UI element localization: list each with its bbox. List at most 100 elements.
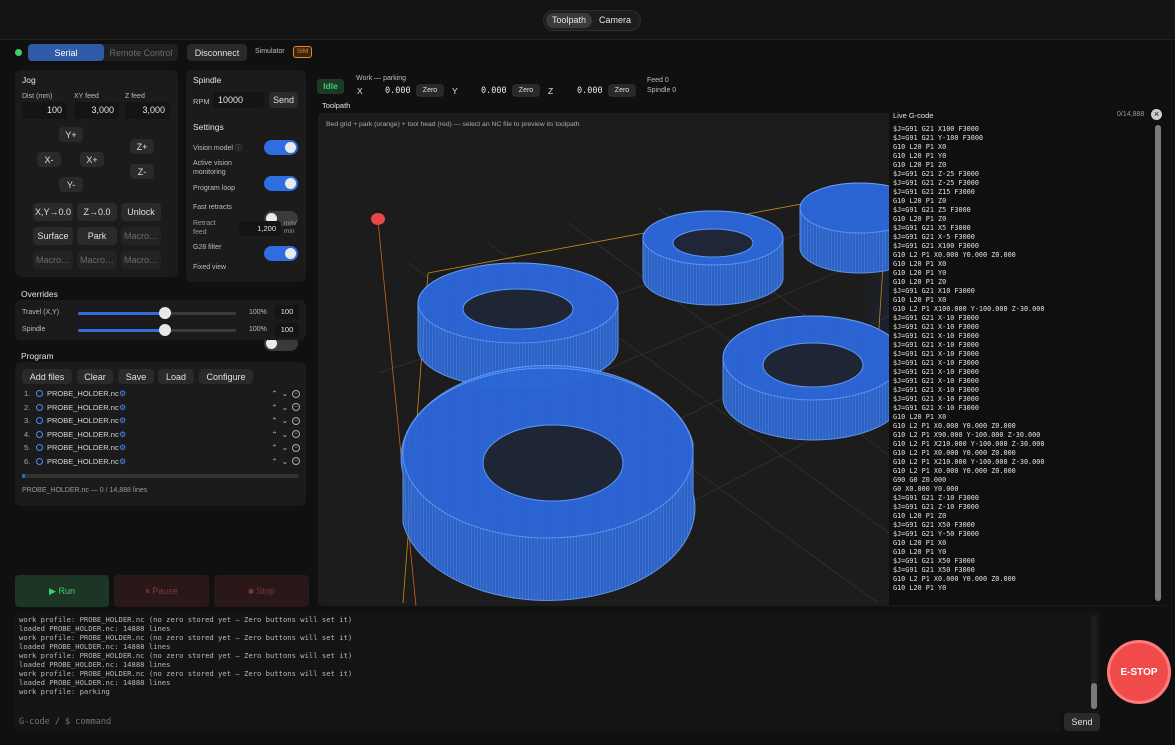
retract-feed-input[interactable]: 1,200 — [239, 221, 281, 236]
gcode-scrollbar[interactable] — [1155, 125, 1161, 602]
list-item[interactable]: 5. PROBE_HOLDER.nc ⚙ ⌃ ⌄ − — [24, 441, 300, 455]
gear-icon[interactable]: ⚙ — [119, 403, 126, 412]
x-axis-label: X — [357, 86, 363, 96]
jog-x-minus-button[interactable]: X- — [37, 152, 61, 167]
load-button[interactable]: Load — [158, 369, 194, 384]
remove-icon[interactable]: − — [292, 416, 300, 425]
stop-button[interactable]: ■ Stop — [214, 575, 309, 607]
move-down-icon[interactable]: ⌄ — [282, 416, 288, 425]
gcode-line: G0 X0.000 Y0.000 — [893, 485, 959, 493]
move-down-icon[interactable]: ⌄ — [282, 403, 288, 412]
file-name: PROBE_HOLDER.nc — [47, 416, 119, 426]
remove-icon[interactable]: − — [292, 443, 300, 452]
macro-button-4[interactable]: Macro… — [121, 251, 161, 269]
surface-button[interactable]: Surface — [33, 227, 73, 245]
save-button[interactable]: Save — [118, 369, 154, 384]
jog-y-plus-button[interactable]: Y+ — [59, 127, 83, 142]
move-up-icon[interactable]: ⌃ — [271, 443, 277, 452]
add-files-button[interactable]: Add files — [22, 369, 72, 384]
tab-toolpath[interactable]: Toolpath — [546, 13, 592, 28]
list-item[interactable]: 3. PROBE_HOLDER.nc ⚙ ⌃ ⌄ − — [24, 414, 300, 428]
gcode-line: G10 L2 P1 X0.000 Y0.000 Z0.000 — [893, 449, 1016, 457]
jog-z-plus-button[interactable]: Z+ — [130, 139, 154, 154]
gcode-line: G10 L20 P1 Y0 — [893, 548, 947, 556]
configure-button[interactable]: Configure — [199, 369, 253, 384]
remove-icon[interactable]: − — [292, 389, 300, 398]
travel-override-slider[interactable] — [78, 312, 236, 315]
gear-icon[interactable]: ⚙ — [119, 389, 126, 398]
command-send-button[interactable]: Send — [1064, 713, 1100, 731]
move-down-icon[interactable]: ⌄ — [282, 443, 288, 452]
run-button[interactable]: ▶ Run — [15, 575, 109, 607]
zero-z-button[interactable]: Zero — [608, 84, 636, 97]
macro-button-3[interactable]: Macro… — [77, 251, 117, 269]
gcode-line: G10 L20 P1 X0 — [893, 539, 947, 547]
program-loop-label: Program loop — [193, 185, 236, 192]
xy-zero-button[interactable]: X,Y→0.0 — [33, 203, 73, 221]
spindle-override-slider[interactable] — [78, 329, 236, 332]
command-input[interactable] — [15, 713, 1060, 731]
spindle-override-input[interactable]: 100 — [275, 323, 299, 337]
tab-camera[interactable]: Camera — [592, 13, 638, 28]
zero-x-button[interactable]: Zero — [416, 84, 444, 97]
gcode-list: $J=G91 G21 X100 F3000 $J=G91 G21 Y-100 F3… — [893, 125, 1151, 603]
xy-feed-label: XY feed — [74, 93, 99, 100]
list-item[interactable]: 2. PROBE_HOLDER.nc ⚙ ⌃ ⌄ − — [24, 401, 300, 415]
pause-button[interactable]: ⏸ Pause — [114, 575, 209, 607]
estop-button[interactable]: E-STOP — [1107, 640, 1171, 704]
move-up-icon[interactable]: ⌃ — [271, 403, 277, 412]
move-up-icon[interactable]: ⌃ — [271, 430, 277, 439]
move-up-icon[interactable]: ⌃ — [271, 389, 277, 398]
jog-x-plus-button[interactable]: X+ — [80, 152, 104, 167]
gear-icon[interactable]: ⚙ — [119, 457, 126, 466]
xy-feed-input[interactable]: 3,000 — [74, 102, 119, 119]
clear-button[interactable]: Clear — [77, 369, 113, 384]
gear-icon[interactable]: ⚙ — [119, 416, 126, 425]
rpm-input[interactable]: 10000 — [213, 92, 264, 108]
move-down-icon[interactable]: ⌄ — [282, 457, 288, 466]
list-item[interactable]: 6. PROBE_HOLDER.nc ⚙ ⌃ ⌄ − — [24, 455, 300, 469]
park-button[interactable]: Park — [77, 227, 117, 245]
jog-z-minus-button[interactable]: Z- — [130, 164, 154, 179]
travel-override-knob[interactable] — [158, 307, 171, 319]
z-zero-button[interactable]: Z→0.0 — [77, 203, 117, 221]
gcode-line: $J=G91 G21 X-10 F3000 — [893, 404, 979, 412]
fast-retracts-toggle[interactable] — [264, 246, 298, 261]
gcode-line: G10 L2 P1 X210.000 Y-100.000 Z-30.000 — [893, 458, 1045, 466]
unlock-button[interactable]: Unlock — [121, 203, 161, 221]
active-vision-toggle[interactable] — [264, 176, 298, 191]
remove-icon[interactable]: − — [292, 430, 300, 439]
jog-y-minus-button[interactable]: Y- — [59, 177, 83, 192]
vision-model-toggle[interactable] — [264, 140, 298, 155]
disconnect-button[interactable]: Disconnect — [187, 44, 247, 61]
dist-input[interactable]: 100 — [22, 102, 67, 119]
zero-y-button[interactable]: Zero — [512, 84, 540, 97]
remove-icon[interactable]: − — [292, 457, 300, 466]
move-up-icon[interactable]: ⌃ — [271, 416, 277, 425]
gcode-scrollbar-thumb[interactable] — [1155, 125, 1161, 601]
z-feed-input[interactable]: 3,000 — [125, 102, 170, 119]
move-down-icon[interactable]: ⌄ — [282, 389, 288, 398]
console-line: loaded PROBE_HOLDER.nc: 14888 lines — [19, 624, 171, 633]
gcode-line: G10 L20 P1 X0 — [893, 143, 947, 151]
move-up-icon[interactable]: ⌃ — [271, 457, 277, 466]
console-scrollbar-thumb[interactable] — [1091, 683, 1097, 709]
travel-override-input[interactable]: 100 — [275, 305, 299, 319]
gear-icon[interactable]: ⚙ — [119, 430, 126, 439]
macro-button-1[interactable]: Macro… — [121, 227, 161, 245]
console-scrollbar[interactable] — [1091, 615, 1097, 709]
move-down-icon[interactable]: ⌄ — [282, 430, 288, 439]
list-item[interactable]: 1. PROBE_HOLDER.nc ⚙ ⌃ ⌄ − — [24, 387, 300, 401]
file-index: 5. — [24, 443, 31, 453]
gcode-line: G10 L20 P1 Z0 — [893, 278, 947, 286]
serial-mode-button[interactable]: Serial — [28, 44, 104, 61]
remote-control-button[interactable]: Remote Control — [104, 44, 178, 61]
spindle-send-button[interactable]: Send — [269, 92, 298, 108]
gcode-line: G10 L20 P1 Z0 — [893, 512, 947, 520]
close-icon[interactable]: × — [1151, 109, 1162, 120]
list-item[interactable]: 4. PROBE_HOLDER.nc ⚙ ⌃ ⌄ − — [24, 428, 300, 442]
gear-icon[interactable]: ⚙ — [119, 443, 126, 452]
remove-icon[interactable]: − — [292, 403, 300, 412]
spindle-override-knob[interactable] — [158, 324, 171, 336]
macro-button-2[interactable]: Macro… — [33, 251, 73, 269]
